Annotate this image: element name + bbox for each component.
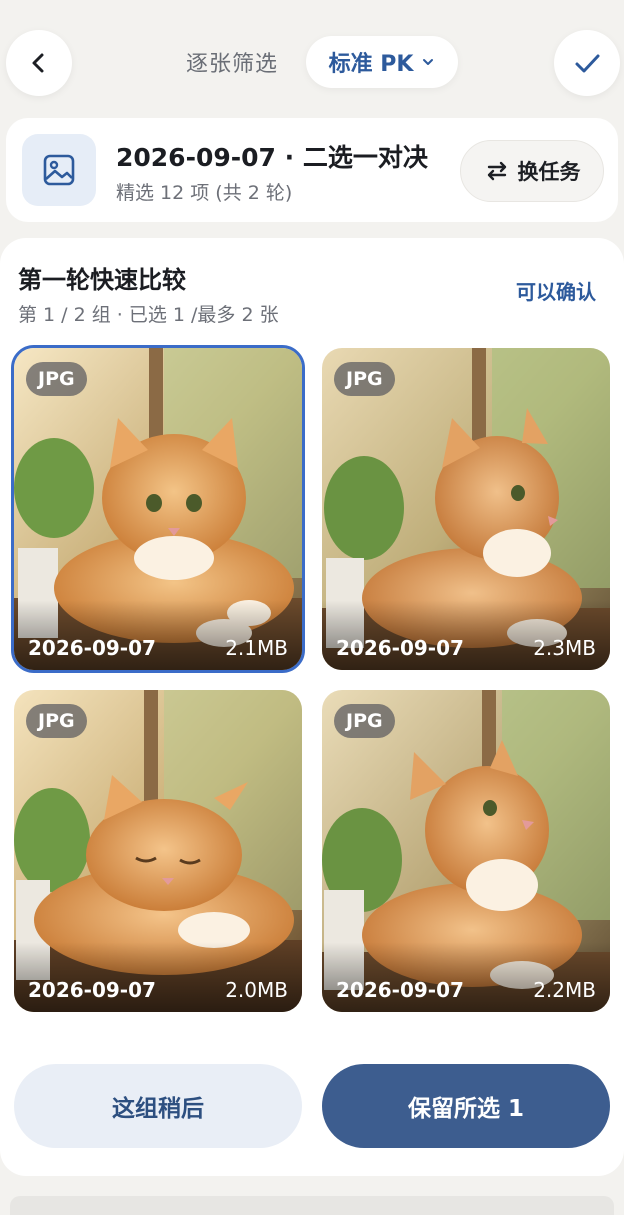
comparison-panel: 第一轮快速比较 第 1 / 2 组 · 已选 1 /最多 2 张 可以确认 JP… [0,238,624,1176]
photo-card[interactable]: JPG 2026-09-07 2.1MB [11,345,305,673]
photo-date: 2026-09-07 [336,978,464,1002]
confirm-status-link[interactable]: 可以确认 [516,276,596,305]
defer-group-label: 这组稍后 [112,1096,204,1122]
format-badge: JPG [26,362,87,396]
chevron-down-icon [423,59,434,65]
mode-label[interactable]: 逐张筛选 [186,46,278,78]
task-title: 2026-09-07 · 二选一对决 [116,143,428,172]
format-badge: JPG [334,704,395,738]
round-subtitle: 第 1 / 2 组 · 已选 1 /最多 2 张 [18,304,279,326]
check-icon [575,54,600,73]
round-title: 第一轮快速比较 [18,266,186,294]
photo-card[interactable]: JPG 2026-09-07 2.2MB [322,690,610,1012]
switch-task-label: 换任务 [517,160,581,184]
format-badge: JPG [26,704,87,738]
photo-size: 2.3MB [533,636,596,660]
keep-selected-button[interactable]: 保留所选 1 [322,1064,610,1148]
switch-task-button[interactable]: 换任务 [460,140,604,202]
bottom-sheet-edge [10,1196,614,1215]
chevron-left-icon [32,53,44,73]
mode-select-dropdown[interactable]: 标准 PK [306,36,458,88]
photo-card[interactable]: JPG 2026-09-07 2.3MB [322,348,610,670]
photo-card[interactable]: JPG 2026-09-07 2.0MB [14,690,302,1012]
photo-date: 2026-09-07 [28,978,156,1002]
photo-size: 2.2MB [533,978,596,1002]
task-thumbnail [22,134,96,206]
swap-arrows-icon [487,161,506,181]
back-button[interactable] [6,30,72,96]
top-bar: 逐张筛选 标准 PK [0,0,624,120]
photo-size: 2.0MB [225,978,288,1002]
keep-selected-label: 保留所选 1 [407,1096,524,1122]
format-badge: JPG [334,362,395,396]
image-icon [43,154,75,186]
mode-select-value: 标准 PK [328,52,414,77]
task-card: 2026-09-07 · 二选一对决 精选 12 项 (共 2 轮) 换任务 [6,118,618,222]
photo-date: 2026-09-07 [28,636,156,660]
photo-date: 2026-09-07 [336,636,464,660]
task-subtitle: 精选 12 项 (共 2 轮) [116,182,293,204]
confirm-button[interactable] [554,30,620,96]
photo-size: 2.1MB [225,636,288,660]
defer-group-button[interactable]: 这组稍后 [14,1064,302,1148]
